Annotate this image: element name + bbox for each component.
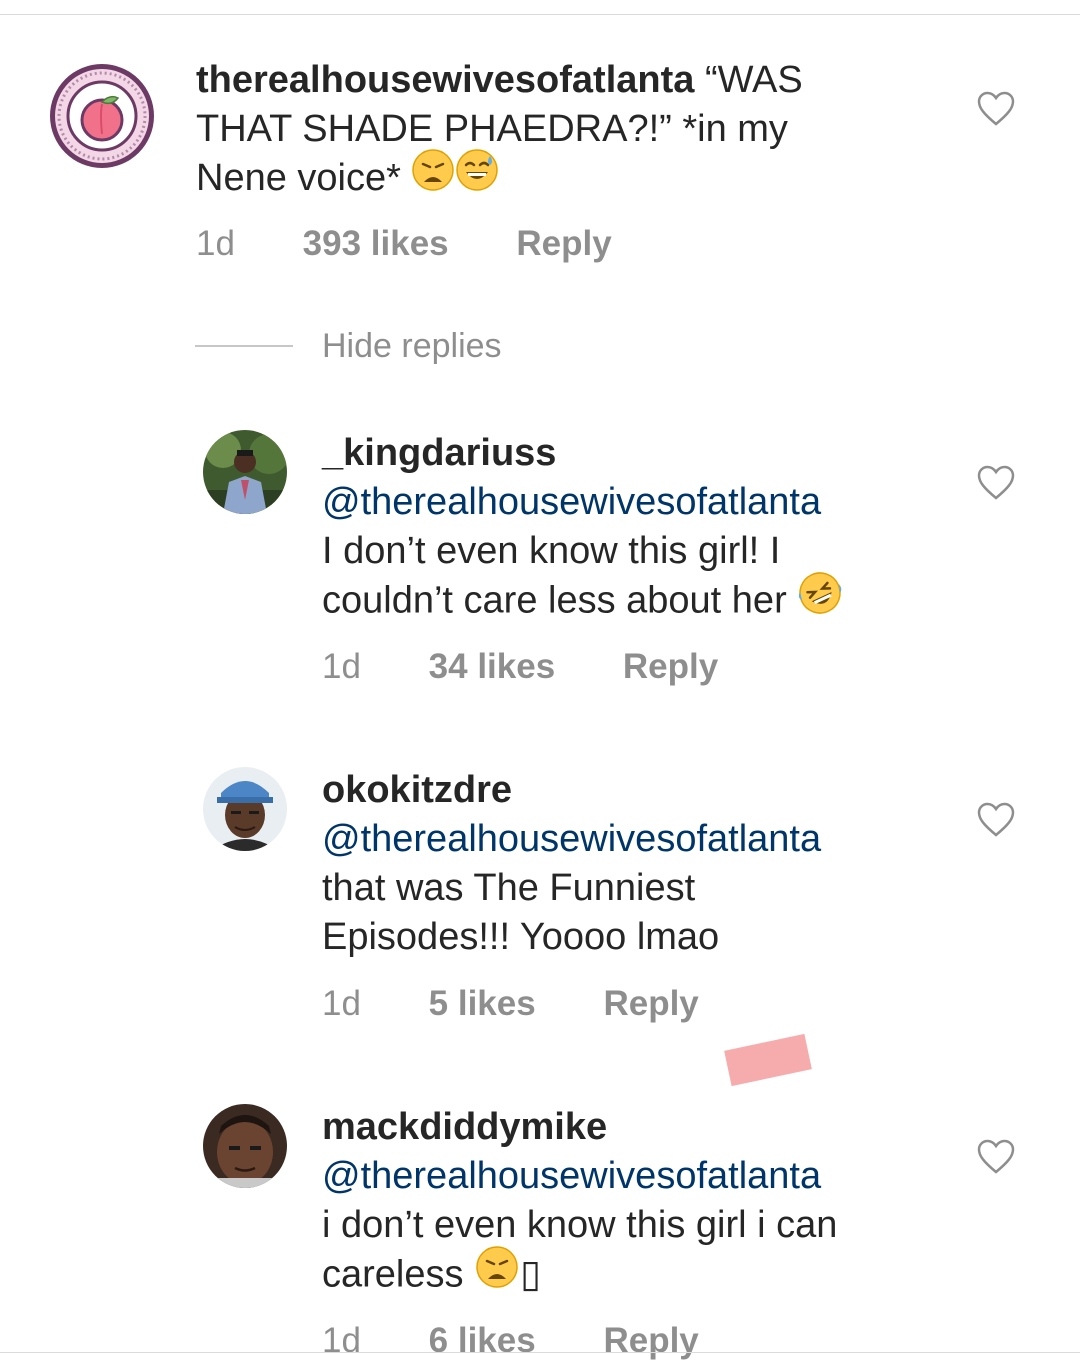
reply-body: _kingdariuss @therealhousewivesofatlanta…: [322, 429, 962, 629]
reply-username[interactable]: _kingdariuss: [322, 429, 962, 478]
reply-time: 1d: [322, 1321, 361, 1360]
hide-replies-button[interactable]: Hide replies: [322, 327, 502, 366]
user-photo-icon: [203, 1104, 287, 1188]
hide-replies-line: [195, 345, 293, 347]
reply-meta: 1d 34 likes Reply: [322, 647, 718, 687]
reply-text-line2: couldn’t care less about her: [322, 579, 798, 622]
reply-text-line2: Episodes!!! Yoooo lmao: [322, 916, 720, 958]
grinning-sweat-emoji-icon: [455, 148, 499, 205]
reply-text-line1: I don’t even know this girl! I: [322, 530, 781, 572]
avatar[interactable]: [203, 430, 287, 514]
reply-text-line1: i don’t even know this girl i can: [322, 1204, 838, 1246]
comment-likes[interactable]: 393 likes: [303, 224, 449, 264]
top-divider: [0, 14, 1080, 15]
weary-face-emoji-icon: [474, 1244, 520, 1303]
reply-button[interactable]: Reply: [516, 224, 611, 264]
reply-mention[interactable]: @therealhousewivesofatlanta: [322, 1152, 962, 1201]
avatar[interactable]: [48, 62, 156, 170]
reply-text-line1: that was The Funniest: [322, 867, 696, 909]
avatar[interactable]: [203, 767, 287, 851]
comment-text-line1: “WAS: [694, 59, 803, 101]
user-photo-icon: [203, 430, 287, 514]
user-photo-icon: [203, 767, 287, 851]
reply-mention[interactable]: @therealhousewivesofatlanta: [322, 815, 962, 864]
comment-text-line3: Nene voice*: [196, 157, 412, 199]
reply-body: okokitzdre @therealhousewivesofatlanta t…: [322, 766, 962, 962]
like-heart-icon[interactable]: [976, 800, 1016, 840]
weary-face-emoji-icon: [411, 148, 455, 205]
missing-glyph-box: ▯: [520, 1253, 541, 1296]
bottom-divider: [0, 1352, 1080, 1353]
reply-mention[interactable]: @therealhousewivesofatlanta: [322, 478, 962, 527]
rolling-laughing-emoji-icon: [797, 570, 843, 629]
reply-button[interactable]: Reply: [623, 647, 718, 687]
comment-username[interactable]: therealhousewivesofatlanta: [196, 59, 694, 101]
reply-button[interactable]: Reply: [603, 1321, 698, 1361]
comment-body: therealhousewivesofatlanta “WAS THAT SHA…: [196, 56, 956, 205]
reply-meta: 1d 5 likes Reply: [322, 984, 699, 1024]
reply-meta: 1d 6 likes Reply: [322, 1321, 699, 1361]
reply-text-line2: careless: [322, 1253, 475, 1296]
peach-logo-icon: [50, 64, 154, 168]
reply-time: 1d: [322, 984, 361, 1023]
reply-username[interactable]: okokitzdre: [322, 766, 962, 815]
comment-meta: 1d 393 likes Reply: [196, 224, 612, 264]
reply-likes[interactable]: 6 likes: [429, 1321, 536, 1361]
reply-body: mackdiddymike @therealhousewivesofatlant…: [322, 1103, 962, 1303]
like-heart-icon[interactable]: [976, 89, 1016, 129]
comment-time: 1d: [196, 224, 235, 263]
pink-sticker-mark: [724, 1033, 812, 1087]
reply-username[interactable]: mackdiddymike: [322, 1103, 962, 1152]
like-heart-icon[interactable]: [976, 463, 1016, 503]
reply-button[interactable]: Reply: [603, 984, 698, 1024]
reply-time: 1d: [322, 647, 361, 686]
reply-likes[interactable]: 5 likes: [429, 984, 536, 1024]
like-heart-icon[interactable]: [976, 1137, 1016, 1177]
reply-likes[interactable]: 34 likes: [429, 647, 556, 687]
avatar[interactable]: [203, 1104, 287, 1188]
comment-text-line2: THAT SHADE PHAEDRA?!” *in my: [196, 108, 788, 150]
